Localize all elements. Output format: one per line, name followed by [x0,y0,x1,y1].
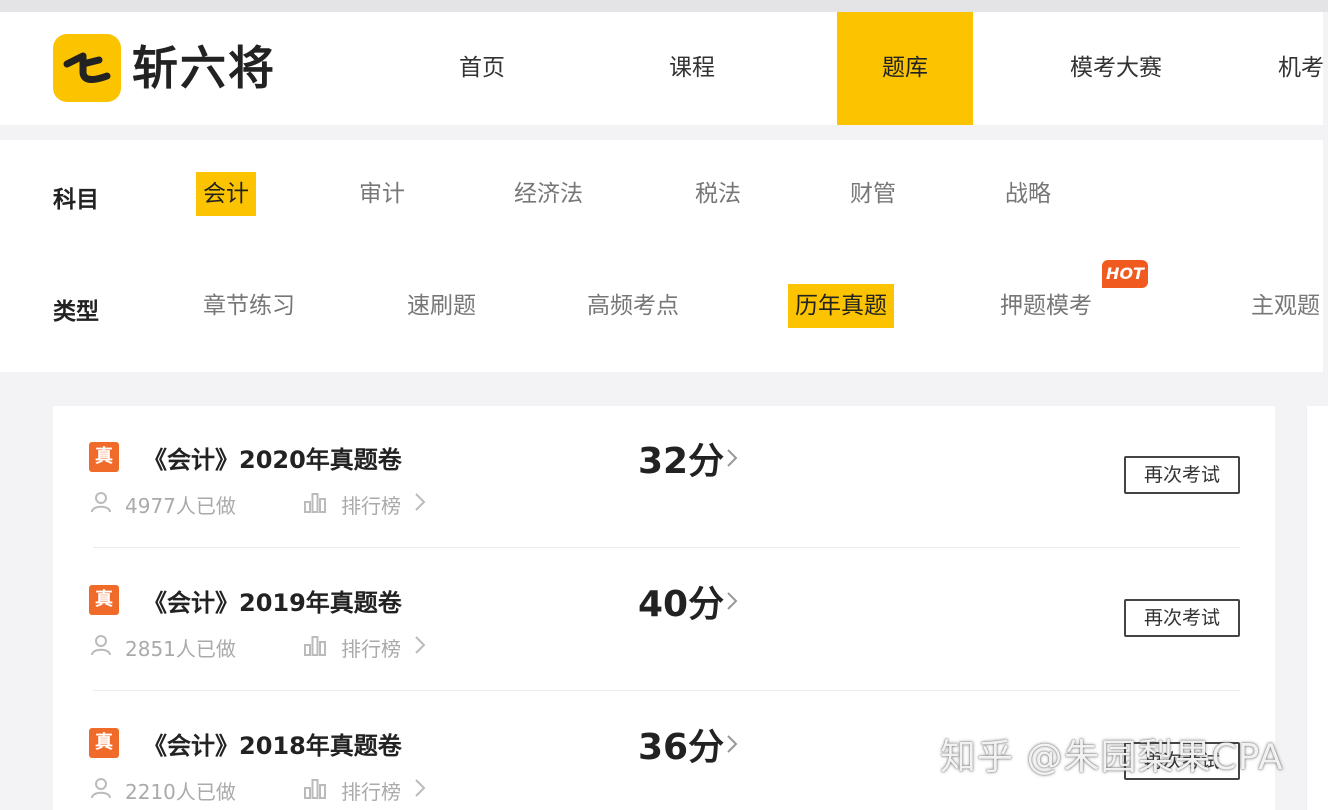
type-option-chapter-practice[interactable]: 章节练习 [196,284,302,328]
score[interactable]: 36分 [638,718,724,770]
ranking-link[interactable]: 排行榜 [341,776,401,805]
retake-exam-button[interactable]: 再次考试 [1124,456,1240,494]
paper-row[interactable]: 真 《会计》2019年真题卷 2851人已做 排行榜 40分 再次考试 [53,549,1275,691]
user-icon [91,492,111,513]
chevron-right-icon [415,779,426,797]
brand-name[interactable]: 斩六将 [132,38,276,98]
retake-exam-button[interactable]: 再次考试 [1124,599,1240,637]
paper-title[interactable]: 《会计》2020年真题卷 [143,440,402,475]
browser-top-strip [0,0,1328,12]
subject-option-strategy[interactable]: 战略 [998,172,1058,216]
row-divider [93,690,1240,691]
side-panel-edge [1306,406,1328,810]
type-option-high-frequency[interactable]: 高频考点 [580,284,686,328]
type-row-label: 类型 [53,299,99,325]
done-count: 4977人已做 [125,494,236,518]
hot-badge: HOT [1102,260,1148,288]
type-option-subjective[interactable]: 主观题 [1244,284,1323,328]
subject-option-accounting[interactable]: 会计 [196,172,256,216]
chevron-right-icon [727,735,738,753]
subject-row-label: 科目 [53,187,99,213]
chevron-right-icon [415,493,426,511]
chevron-right-icon [415,636,426,654]
chevron-right-icon [727,449,738,467]
paper-row[interactable]: 真 《会计》2020年真题卷 4977人已做 排行榜 32分 再次考试 [53,406,1275,548]
site-header: 斩六将 首页 课程 题库 模考大赛 机考 [0,12,1323,125]
score[interactable]: 40分 [638,575,724,627]
done-count: 2210人已做 [125,780,236,804]
nav-question-bank[interactable]: 题库 [837,12,973,125]
ranking-icon [304,779,326,799]
subject-option-audit[interactable]: 审计 [352,172,412,216]
ranking-link[interactable]: 排行榜 [341,490,401,519]
watermark: 知乎 @朱园梨果CPA [940,737,1284,778]
user-icon [91,778,111,799]
done-count: 2851人已做 [125,637,236,661]
type-option-predicted-mock[interactable]: 押题模考 [993,284,1099,328]
paper-type-tag: 真 [89,585,119,615]
type-option-past-exams[interactable]: 历年真题 [788,284,894,328]
nav-home[interactable]: 首页 [412,12,552,125]
nav-computer-exam[interactable]: 机考 [1262,12,1323,125]
filter-panel: 科目 会计 审计 经济法 税法 财管 战略 类型 章节练习 速刷题 高频考点 历… [0,140,1323,372]
logo-icon[interactable] [53,34,121,102]
subject-option-financial-management[interactable]: 财管 [843,172,903,216]
nav-courses[interactable]: 课程 [622,12,762,125]
chevron-right-icon [727,592,738,610]
type-option-quick-drill[interactable]: 速刷题 [400,284,483,328]
ranking-link[interactable]: 排行榜 [341,633,401,662]
subject-option-tax-law[interactable]: 税法 [688,172,748,216]
user-icon [91,635,111,656]
paper-title[interactable]: 《会计》2018年真题卷 [143,726,402,761]
paper-title[interactable]: 《会计》2019年真题卷 [143,583,402,618]
paper-type-tag: 真 [89,442,119,472]
row-divider [93,547,1240,548]
nav-mock-contest[interactable]: 模考大赛 [1046,12,1186,125]
subject-option-economic-law[interactable]: 经济法 [507,172,590,216]
ranking-icon [304,493,326,513]
ranking-icon [304,636,326,656]
score[interactable]: 32分 [638,432,724,484]
paper-type-tag: 真 [89,728,119,758]
